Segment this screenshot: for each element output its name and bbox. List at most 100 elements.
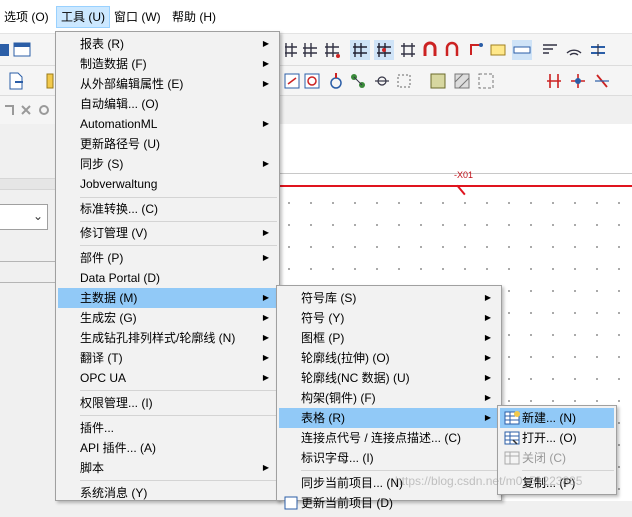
- master-data-item-symbols[interactable]: 符号 (Y) ▶: [279, 308, 499, 328]
- panel-divider: [0, 282, 56, 283]
- master-data-item-symbol-libraries[interactable]: 符号库 (S) ▶: [279, 288, 499, 308]
- menu-item-label: 制造数据 (F): [80, 57, 147, 71]
- insert-hatch-icon[interactable]: [452, 71, 472, 91]
- insert-terminal-icon[interactable]: [326, 71, 346, 91]
- bus-icon[interactable]: [588, 40, 608, 60]
- insert-plc-box-icon[interactable]: [568, 71, 588, 91]
- panel-header-strip: [0, 178, 56, 190]
- menu-item-label: 部件 (P): [80, 251, 124, 265]
- submenu-arrow-icon: ▶: [262, 253, 269, 262]
- menu-separator: [80, 415, 277, 416]
- submenu-arrow-icon: ▶: [262, 119, 269, 128]
- master-data-menu: 符号库 (S) ▶ 符号 (Y) ▶ 图框 (P) ▶ 轮廓线(拉伸) (O) ▶ 轮廓…: [276, 285, 502, 510]
- tools-menu: 报表 (R) ▶ 制造数据 (F) ▶ 从外部编辑属性 (E) ▶ 自动编辑... (…: [55, 31, 280, 501]
- text-box-icon[interactable]: [488, 40, 508, 60]
- menu-item-label: 系统消息 (Y): [80, 486, 148, 500]
- grid-on-icon[interactable]: [350, 40, 370, 60]
- insert-shield-icon[interactable]: [394, 71, 414, 91]
- wireless-icon[interactable]: [564, 40, 584, 60]
- menu-help[interactable]: 帮助 (H): [168, 6, 220, 28]
- tools-menu-item-system-messages[interactable]: 系统消息 (Y): [58, 483, 277, 503]
- tools-menu-item-translate[interactable]: 翻译 (T) ▶: [58, 348, 277, 368]
- tools-menu-item-reports[interactable]: 报表 (R) ▶: [58, 34, 277, 54]
- symbol-hatch-icon[interactable]: [282, 40, 302, 60]
- menu-item-label: 轮廓线(拉伸) (O): [301, 351, 390, 365]
- master-data-item-update-project[interactable]: 更新当前项目 (D): [279, 493, 499, 513]
- insert-black-box-icon[interactable]: [428, 71, 448, 91]
- menu-separator: [522, 470, 614, 471]
- symbol-grid-icon[interactable]: [300, 40, 320, 60]
- snap-point-icon[interactable]: [398, 40, 418, 60]
- master-data-item-identifying-letters[interactable]: 标识字母... (I): [279, 448, 499, 468]
- redo-grey-icon[interactable]: [16, 100, 36, 120]
- tools-menu-item-manufacturing[interactable]: 制造数据 (F) ▶: [58, 54, 277, 74]
- device-tag[interactable]: -X01: [454, 170, 473, 180]
- table-menu-item-new[interactable]: 新建... (N): [500, 408, 614, 428]
- insert-plc-icon[interactable]: [544, 71, 564, 91]
- menu-item-label: 脚本: [80, 461, 105, 475]
- submenu-arrow-icon: ▶: [262, 228, 269, 237]
- insert-structure-box-icon[interactable]: [476, 71, 496, 91]
- menu-tools[interactable]: 工具 (U): [56, 6, 110, 28]
- wire-line[interactable]: [278, 185, 632, 187]
- tools-menu-item-auto-edit[interactable]: 自动编辑... (O): [58, 94, 277, 114]
- menu-options[interactable]: 选项 (O): [0, 6, 53, 28]
- menu-item-label: 表格 (R): [301, 411, 345, 425]
- panel-divider: [0, 261, 56, 262]
- insert-plug-icon[interactable]: [348, 71, 368, 91]
- submenu-arrow-icon: ▶: [484, 413, 491, 422]
- submenu-arrow-icon: ▶: [262, 159, 269, 168]
- submenu-arrow-icon: ▶: [262, 293, 269, 302]
- watermark: https://blog.csdn.net/m0_51223885: [395, 474, 583, 488]
- menu-window[interactable]: 窗口 (W): [110, 6, 165, 28]
- tools-menu-item-scripts[interactable]: 脚本 ▶: [58, 458, 277, 478]
- export-page-icon[interactable]: [6, 71, 26, 91]
- symbol-grid2-icon[interactable]: [322, 40, 342, 60]
- tools-menu-item-standard-convert[interactable]: 标准转换... (C): [58, 199, 277, 219]
- insert-cable-icon[interactable]: [372, 71, 392, 91]
- settings-grey-icon[interactable]: [34, 100, 54, 120]
- tools-menu-item-sync[interactable]: 同步 (S) ▶: [58, 154, 277, 174]
- magnet-icon[interactable]: [420, 40, 440, 60]
- window-icon[interactable]: [12, 40, 32, 60]
- tools-menu-item-update-path[interactable]: 更新路径号 (U): [58, 134, 277, 154]
- tools-menu-item-revision[interactable]: 修订管理 (V) ▶: [58, 223, 277, 243]
- master-data-item-outlines-extrusion[interactable]: 轮廓线(拉伸) (O) ▶: [279, 348, 499, 368]
- tools-menu-item-api-plugins[interactable]: API 插件... (A): [58, 438, 277, 458]
- input-box-icon[interactable]: [512, 40, 532, 60]
- insert-coil-icon[interactable]: [302, 71, 322, 91]
- tools-menu-item-drilling-pattern[interactable]: 生成钻孔排列样式/轮廓线 (N) ▶: [58, 328, 277, 348]
- menu-item-label: 打开... (O): [522, 431, 577, 445]
- panel-dropdown[interactable]: ⌄: [0, 204, 48, 230]
- master-data-item-outlines-nc[interactable]: 轮廓线(NC 数据) (U) ▶: [279, 368, 499, 388]
- menu-item-label: 标准转换... (C): [80, 202, 158, 216]
- tools-menu-item-generate-macros[interactable]: 生成宏 (G) ▶: [58, 308, 277, 328]
- master-data-item-connection-points[interactable]: 连接点代号 / 连接点描述... (C): [279, 428, 499, 448]
- menu-separator: [80, 480, 277, 481]
- tools-menu-item-opc-ua[interactable]: OPC UA ▶: [58, 368, 277, 388]
- insert-busbar-icon[interactable]: [592, 71, 612, 91]
- tools-menu-item-external-edit[interactable]: 从外部编辑属性 (E) ▶: [58, 74, 277, 94]
- tools-menu-item-data-portal[interactable]: Data Portal (D): [58, 268, 277, 288]
- wrap-lines-icon[interactable]: [540, 40, 560, 60]
- tools-menu-item-plugins[interactable]: 插件...: [58, 418, 277, 438]
- tools-menu-item-parts[interactable]: 部件 (P) ▶: [58, 248, 277, 268]
- master-data-item-tables[interactable]: 表格 (R) ▶: [279, 408, 499, 428]
- menubar: 选项 (O) 工具 (U) 窗口 (W) 帮助 (H): [0, 0, 632, 34]
- master-data-item-frames-copper[interactable]: 构架(铜件) (F) ▶: [279, 388, 499, 408]
- update-project-icon: [283, 495, 299, 511]
- menu-item-label: 翻译 (T): [80, 351, 123, 365]
- menu-item-label: Data Portal (D): [80, 271, 161, 285]
- insert-contact-icon[interactable]: [282, 71, 302, 91]
- table-menu-item-open[interactable]: 打开... (O): [500, 428, 614, 448]
- magnet-grid-icon[interactable]: [442, 40, 462, 60]
- grid-snap-icon[interactable]: [374, 40, 394, 60]
- connect-icon[interactable]: [466, 40, 486, 60]
- tools-menu-item-automationml[interactable]: AutomationML ▶: [58, 114, 277, 134]
- table-menu-item-close[interactable]: 关闭 (C): [500, 448, 614, 468]
- tools-menu-item-rights[interactable]: 权限管理... (I): [58, 393, 277, 413]
- close-table-icon: [504, 450, 520, 466]
- tools-menu-item-master-data[interactable]: 主数据 (M) ▶: [58, 288, 277, 308]
- master-data-item-forms[interactable]: 图框 (P) ▶: [279, 328, 499, 348]
- tools-menu-item-jobverwaltung[interactable]: Jobverwaltung: [58, 174, 277, 194]
